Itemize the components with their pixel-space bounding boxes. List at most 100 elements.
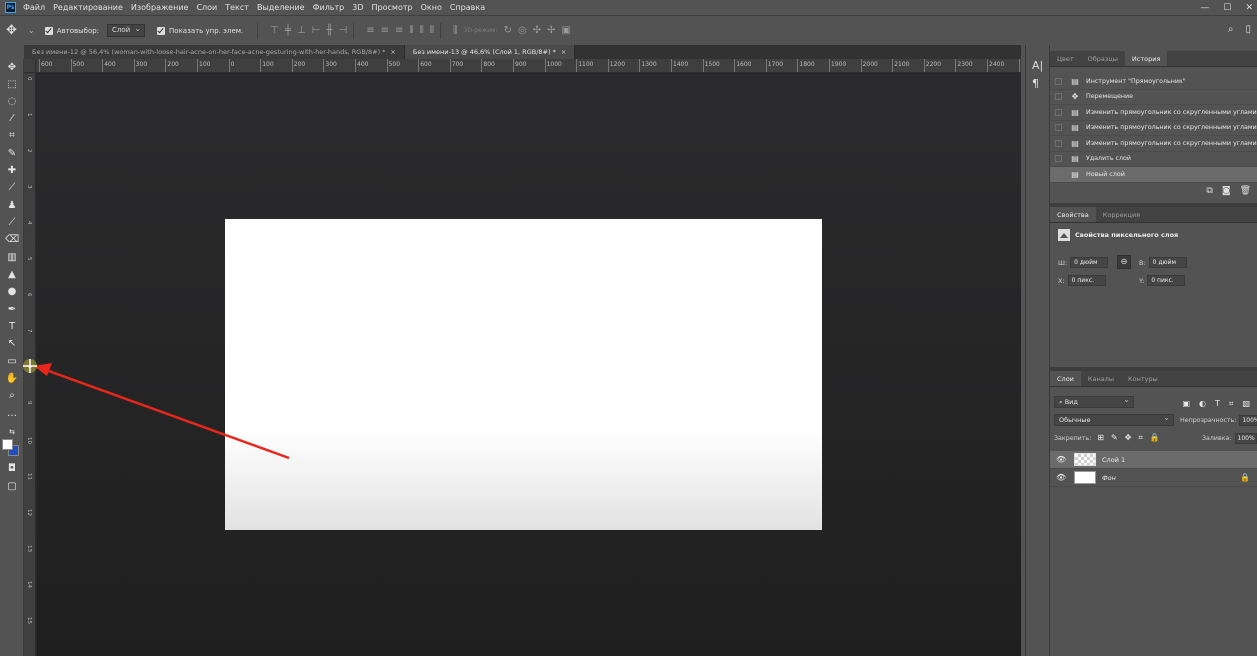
align-top-icon[interactable]: ⊤	[270, 25, 279, 36]
history-snapshot-checkbox[interactable]	[1055, 93, 1062, 101]
align-hcenter-icon[interactable]: ╫	[326, 25, 332, 36]
blur-tool-icon[interactable]: ▲	[5, 268, 19, 282]
3d-pan-icon[interactable]: ✣	[533, 25, 541, 36]
menu-3d[interactable]: 3D	[352, 3, 363, 12]
distribute-right-icon[interactable]: ⫴	[430, 25, 434, 36]
menu-filter[interactable]: Фильтр	[313, 3, 345, 12]
menu-edit[interactable]: Редактирование	[53, 3, 123, 12]
healing-brush-tool-icon[interactable]: ✚	[5, 164, 19, 178]
history-brush-tool-icon[interactable]: ⟋	[5, 216, 19, 230]
eye-icon[interactable]: 👁	[1056, 473, 1068, 482]
lock-position-icon[interactable]: ✥	[1125, 433, 1132, 443]
lock-transparency-icon[interactable]: ⊞	[1097, 433, 1104, 443]
align-vcenter-icon[interactable]: ╪	[285, 25, 291, 36]
zoom-tool-icon[interactable]: ⌕	[5, 389, 19, 403]
workspace-icon[interactable]: ▯	[1245, 24, 1251, 35]
camera-icon[interactable]: ◙	[1222, 186, 1231, 196]
type-tool-icon[interactable]: T	[5, 320, 19, 334]
menu-file[interactable]: Файл	[23, 3, 45, 12]
character-panel-icon[interactable]: A|	[1032, 59, 1043, 72]
minimize-button[interactable]: —	[1200, 3, 1209, 13]
lock-artboard-icon[interactable]: ⌗	[1138, 433, 1143, 443]
tab-channels[interactable]: Каналы	[1081, 371, 1121, 386]
opacity-input[interactable]: 100%	[1239, 414, 1257, 426]
history-snapshot-checkbox[interactable]	[1055, 108, 1062, 116]
filter-pixel-icon[interactable]: ▣	[1182, 399, 1190, 409]
move-tool-icon[interactable]: ✥	[5, 61, 19, 75]
link-icon[interactable]: ⊖	[1117, 255, 1131, 269]
tab-layers[interactable]: Слои	[1050, 371, 1081, 386]
tab-adjustments[interactable]: Коррекция	[1096, 207, 1147, 222]
menu-help[interactable]: Справка	[450, 3, 485, 12]
history-item[interactable]: ▤ Удалить слой	[1050, 152, 1257, 167]
menu-image[interactable]: Изображение	[131, 3, 189, 12]
screen-mode-icon[interactable]: ▢	[5, 480, 19, 494]
3d-roll-icon[interactable]: ◎	[518, 25, 527, 36]
filter-type-icon[interactable]: T	[1215, 399, 1220, 409]
move-tool-preset-icon[interactable]: ✥	[6, 23, 28, 38]
width-input[interactable]: 0 дюйм	[1070, 257, 1109, 268]
horizontal-ruler[interactable]: 600 500 400 300 200 100 0 100 200 300 400 500 600 700…	[36, 59, 1021, 73]
y-input[interactable]: 0 пикс.	[1147, 275, 1186, 286]
blend-mode-dropdown[interactable]: Обычные	[1054, 413, 1174, 426]
menu-select[interactable]: Выделение	[257, 3, 305, 12]
marquee-tool-icon[interactable]: ⬚	[5, 78, 19, 92]
fill-input[interactable]: 100%	[1234, 433, 1257, 444]
menu-layers[interactable]: Слои	[196, 3, 217, 12]
pen-tool-icon[interactable]: ✒	[5, 303, 19, 317]
brush-tool-icon[interactable]: ⟋	[5, 181, 19, 195]
show-transform-controls-checkbox[interactable]	[157, 26, 166, 35]
filter-adjustment-icon[interactable]: ◐	[1199, 399, 1206, 409]
history-item[interactable]: ▤ Изменить прямоугольник со скругленными…	[1050, 105, 1257, 121]
layer-row-background[interactable]: 👁 Фон 🔒	[1050, 469, 1257, 487]
hand-tool-icon[interactable]: ✋	[5, 372, 19, 386]
height-input[interactable]: 0 дюйм	[1148, 257, 1187, 268]
rectangle-tool-icon[interactable]: ▭	[5, 355, 19, 369]
autoselect-checkbox[interactable]	[44, 26, 53, 35]
distribute-top-icon[interactable]: ≡	[366, 25, 374, 36]
history-item[interactable]: ▤ Изменить прямоугольник со скругленными…	[1050, 121, 1257, 136]
history-item[interactable]: ✥ Перемещение	[1050, 90, 1257, 105]
history-item-current[interactable]: ▤ Новый слой	[1050, 167, 1257, 183]
align-left-icon[interactable]: ⊢	[312, 25, 321, 36]
clone-stamp-tool-icon[interactable]: ♟	[5, 199, 19, 213]
more-tools-icon[interactable]: …	[5, 407, 19, 421]
lock-pixels-icon[interactable]: ✎	[1111, 433, 1118, 443]
distribute-bottom-icon[interactable]: ≡	[395, 25, 403, 36]
history-snapshot-checkbox[interactable]	[1055, 77, 1062, 85]
layer-row-layer1[interactable]: 👁 Слой 1	[1050, 451, 1257, 469]
close-window-button[interactable]: ✕	[1245, 3, 1253, 13]
filter-shape-icon[interactable]: ⌗	[1229, 399, 1234, 409]
menu-type[interactable]: Текст	[225, 3, 249, 12]
menu-view[interactable]: Просмотр	[372, 3, 413, 12]
quick-mask-icon[interactable]: ◘	[5, 462, 19, 476]
tab-document-13[interactable]: Без имени-13 @ 46,6% (Слой 1, RGB/8#) * ×	[404, 45, 576, 59]
new-document-from-state-icon[interactable]: ⧉	[1206, 186, 1212, 196]
layer-filter-dropdown[interactable]: ⌕ Вид	[1054, 395, 1134, 408]
history-snapshot-checkbox[interactable]	[1055, 155, 1062, 163]
x-input[interactable]: 0 пикс.	[1067, 275, 1106, 286]
auto-align-icon[interactable]: ⫼	[453, 25, 458, 36]
eraser-tool-icon[interactable]: ⌫	[5, 233, 19, 247]
history-item[interactable]: ▤ Изменить прямоугольник со скругленными…	[1050, 136, 1257, 152]
quick-select-tool-icon[interactable]: ⁄	[5, 112, 19, 126]
distribute-vcenter-icon[interactable]: ≡	[381, 25, 389, 36]
tab-properties[interactable]: Свойства	[1050, 207, 1096, 222]
align-right-icon[interactable]: ⊣	[339, 25, 348, 36]
history-item[interactable]: ▤ Инструмент "Прямоугольник"	[1050, 74, 1257, 90]
path-selection-tool-icon[interactable]: ↖	[5, 337, 19, 351]
gradient-tool-icon[interactable]: ▥	[5, 251, 19, 265]
align-bottom-icon[interactable]: ⊥	[297, 25, 306, 36]
3d-slide-icon[interactable]: ✢	[547, 25, 555, 36]
paragraph-panel-icon[interactable]: ¶	[1032, 77, 1039, 90]
3d-scale-icon[interactable]: ▣	[561, 25, 570, 36]
autoselect-dropdown[interactable]: Слой	[107, 23, 146, 37]
lock-all-icon[interactable]: 🔒	[1150, 433, 1160, 443]
distribute-hcenter-icon[interactable]: ⫴	[420, 25, 424, 36]
chevron-down-icon[interactable]: ⌄	[28, 26, 35, 35]
history-snapshot-checkbox[interactable]	[1055, 124, 1062, 132]
3d-rotate-icon[interactable]: ↻	[504, 25, 512, 36]
tab-color[interactable]: Цвет	[1050, 51, 1081, 66]
vertical-ruler[interactable]: 0 1 2 3 4 5 6 7 8 9 10 11 12 13 14 15	[24, 59, 36, 656]
swap-colors-icon[interactable]: ⇆	[5, 425, 19, 439]
